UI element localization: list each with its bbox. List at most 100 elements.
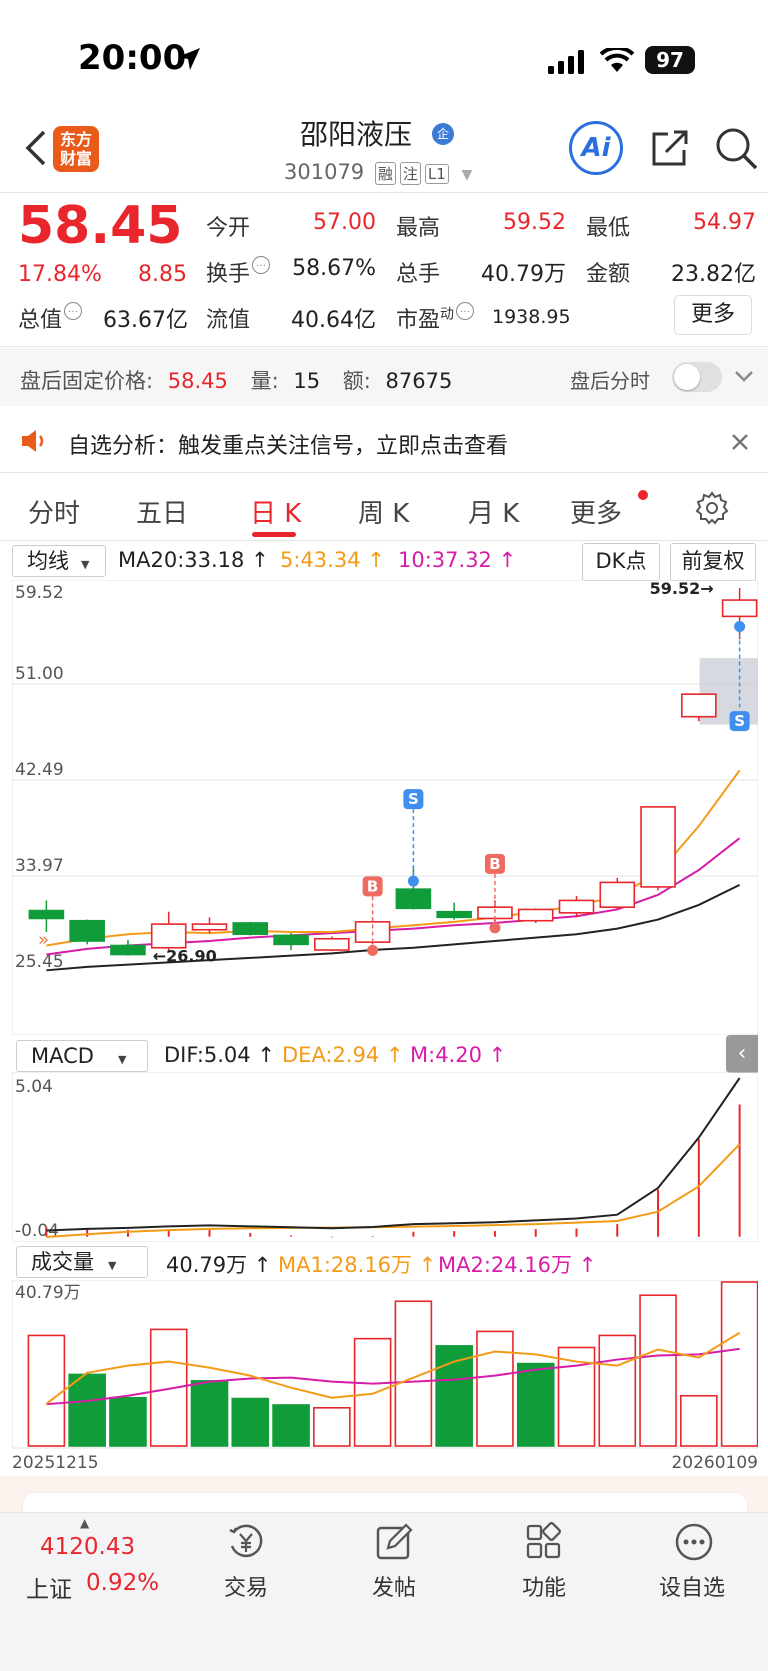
turnover-label: 换手…: [206, 256, 271, 288]
index-name[interactable]: 上证: [26, 1570, 72, 1604]
volume-value: 40.79万: [166, 1253, 248, 1277]
index-value[interactable]: 4120.43: [40, 1534, 135, 1560]
ah-volume-value: 15: [293, 369, 321, 393]
stock-code[interactable]: 301079 融注 L1 ▼: [284, 160, 472, 185]
after-hours-info: 盘后固定价格: 58.45 量: 15 额: 87675: [20, 365, 452, 395]
candle-body: [640, 806, 676, 888]
y-tick-label: 42.49: [15, 760, 64, 780]
search-icon[interactable]: [714, 126, 758, 170]
volume-selector-label: 成交量: [31, 1250, 94, 1274]
tab-month-k[interactable]: 月 K: [468, 493, 519, 530]
logo-text-1: 东方: [59, 130, 92, 149]
speaker-icon: [22, 430, 44, 452]
toggle-knob: [674, 364, 700, 390]
dif-readout: DIF:5.04 ↑: [164, 1043, 275, 1067]
candle-body: [191, 923, 228, 931]
dropdown-caret-icon: ▼: [81, 558, 90, 571]
ma20-readout: MA20:33.18 ↑: [118, 548, 269, 572]
ai-button[interactable]: Ai: [569, 121, 623, 175]
macd-selector[interactable]: MACD ▼: [16, 1040, 148, 1072]
ah-price-value: 58.45: [167, 369, 228, 393]
functions-grid-icon[interactable]: [524, 1522, 564, 1562]
active-tab-indicator: [252, 532, 296, 537]
ma5-line: [46, 769, 741, 947]
back-arrow-icon[interactable]: [18, 128, 58, 168]
signal-label: B: [367, 877, 378, 895]
forward-adjust-button[interactable]: 前复权: [670, 543, 756, 581]
volume-bar: [720, 1281, 758, 1447]
candle-body: [150, 923, 187, 949]
candlestick-chart[interactable]: 59.5251.0042.4933.9725.4559.52→←26.90»BS…: [12, 580, 758, 1035]
signal-dot: [407, 875, 419, 887]
mktcap-value: 63.67亿: [103, 308, 188, 333]
high-value: 59.52: [503, 210, 566, 235]
notice-text[interactable]: 自选分析：触发重点关注信号，立即点击查看: [68, 428, 508, 460]
notification-dot: [638, 490, 648, 500]
ma-selector-label: 均线: [27, 549, 69, 573]
y-tick-label: 51.00: [15, 664, 64, 684]
vol-ma1-value: MA1:28.16万: [278, 1253, 413, 1277]
signal-dot: [734, 621, 746, 633]
info-icon[interactable]: …: [456, 302, 475, 320]
nav-functions[interactable]: 功能: [494, 1570, 594, 1602]
low-label: 最低: [586, 216, 631, 241]
stock-name[interactable]: 邵阳液压: [300, 113, 412, 153]
share-icon[interactable]: [650, 128, 690, 168]
more-button[interactable]: 更多: [674, 295, 752, 335]
volume-bar: [313, 1407, 351, 1447]
nav-post[interactable]: 发帖: [344, 1570, 444, 1602]
pe-sup: 动: [440, 306, 455, 323]
volume-bar: [68, 1373, 106, 1447]
float-value: 40.64亿: [291, 308, 376, 333]
ah-amount-label: 额:: [342, 369, 371, 393]
nav-trade[interactable]: 交易: [196, 1570, 296, 1602]
app-logo: 东方 财富: [53, 126, 99, 172]
ma10-readout: 10:37.32 ↑: [398, 548, 517, 572]
change-amount: 8.85: [138, 262, 187, 287]
collapse-panel-button[interactable]: ‹: [726, 1035, 758, 1073]
ma5-value: 5:43.34: [280, 548, 361, 572]
candle-body: [681, 693, 717, 718]
chevron-down-icon[interactable]: [734, 368, 754, 386]
double-chevron-icon: »: [38, 930, 49, 951]
trade-yen-icon[interactable]: [226, 1522, 266, 1562]
candle-body: [395, 888, 432, 910]
dea-line: [46, 1143, 741, 1239]
volume-bar: [516, 1362, 555, 1447]
y-tick-label: 59.52: [15, 583, 64, 603]
post-edit-icon[interactable]: [374, 1522, 414, 1562]
ma10-line: [46, 837, 741, 956]
close-icon[interactable]: [730, 432, 750, 452]
tag-margin: 融: [374, 162, 396, 185]
more-dots-icon[interactable]: [674, 1522, 714, 1562]
volume-selector[interactable]: 成交量 ▼: [16, 1246, 148, 1278]
tab-timeshare[interactable]: 分时: [28, 493, 80, 530]
m-readout: M:4.20 ↑: [410, 1043, 507, 1067]
candle-body: [69, 919, 105, 942]
dk-point-button[interactable]: DK点: [582, 543, 660, 581]
pe-value: 1938.95: [492, 306, 571, 328]
nav-add-watchlist[interactable]: 设自选: [642, 1570, 742, 1602]
index-percent[interactable]: 0.92%: [86, 1570, 159, 1596]
info-icon[interactable]: …: [64, 302, 83, 320]
vol-ma2-value: MA2:24.16万: [438, 1253, 573, 1277]
ah-amount-value: 87675: [385, 369, 453, 393]
last-price: 58.45: [18, 196, 183, 256]
volume-chart[interactable]: 40.79万 20251215 20260109: [12, 1280, 758, 1476]
candle-body: [599, 881, 636, 908]
tab-week-k[interactable]: 周 K: [358, 493, 409, 530]
tab-day-k[interactable]: 日 K: [250, 493, 301, 530]
ma-selector[interactable]: 均线 ▼: [12, 545, 106, 577]
dea-readout: DEA:2.94 ↑: [282, 1043, 404, 1067]
info-icon[interactable]: …: [252, 256, 271, 274]
signal-label: S: [734, 712, 745, 730]
high-price-annotation: 59.52→: [650, 580, 714, 598]
dif-line: [46, 1077, 741, 1232]
volume-bar: [231, 1397, 270, 1447]
signal-dot: [367, 944, 379, 956]
tab-more[interactable]: 更多: [570, 493, 622, 530]
macd-chart[interactable]: 5.04-0.04: [12, 1072, 758, 1242]
dropdown-caret-icon[interactable]: ▼: [461, 167, 472, 183]
tab-five-day[interactable]: 五日: [136, 493, 188, 530]
settings-gear-icon[interactable]: [694, 490, 730, 526]
